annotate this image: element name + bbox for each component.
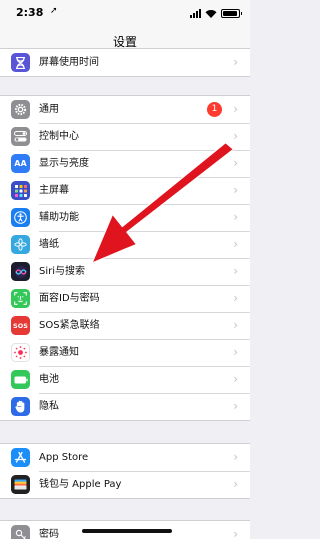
settings-group-main: 通用 1 › 控制中心 › AA 显示与亮度 › 主屏幕 › 辅助功能 › 墙纸… [0, 95, 250, 421]
toggles-icon [11, 127, 30, 146]
battery-icon [221, 9, 242, 18]
settings-row-label: 显示与亮度 [39, 158, 89, 169]
chevron-right-icon: › [233, 527, 238, 539]
app-store-icon [11, 448, 30, 467]
settings-row-siri-search[interactable]: Siri与搜索 › [0, 258, 250, 285]
hourglass-icon [11, 53, 30, 72]
key-icon [11, 525, 30, 539]
settings-row-app-store[interactable]: App Store › [0, 444, 250, 471]
settings-row-label: 钱包与 Apple Pay [39, 479, 122, 490]
chevron-right-icon: › [233, 450, 238, 464]
settings-row-label: 面容ID与密码 [39, 293, 100, 304]
settings-row-face-id[interactable]: 面容ID与密码 › [0, 285, 250, 312]
settings-group-screen-time: 屏幕使用时间 › [0, 48, 250, 77]
settings-row-label: SOS紧急联络 [39, 320, 100, 331]
settings-row-wallpaper[interactable]: 墙纸 › [0, 231, 250, 258]
wallet-icon [11, 475, 30, 494]
settings-row-label: Siri与搜索 [39, 266, 86, 277]
settings-row-emergency-sos[interactable]: SOS SOS紧急联络 › [0, 312, 250, 339]
gear-icon [11, 100, 30, 119]
chevron-right-icon: › [233, 55, 238, 69]
settings-row-exposure[interactable]: 暴露通知 › [0, 339, 250, 366]
wifi-icon [205, 10, 217, 18]
settings-row-label: 控制中心 [39, 131, 79, 142]
sos-icon: SOS [11, 316, 30, 335]
grid-icon [11, 181, 30, 200]
chevron-right-icon: › [233, 399, 238, 413]
chevron-right-icon: › [233, 156, 238, 170]
settings-row-label: 密码 [39, 529, 59, 539]
chevron-right-icon: › [233, 291, 238, 305]
chevron-right-icon: › [233, 477, 238, 491]
status-icons [190, 8, 242, 18]
signal-icon [190, 9, 201, 18]
accessibility-icon [11, 208, 30, 227]
status-time: 2:38 [16, 6, 44, 19]
notification-badge: 1 [207, 102, 222, 117]
settings-row-label: App Store [39, 452, 89, 463]
settings-row-screen-time[interactable]: 屏幕使用时间 › [0, 49, 250, 76]
hand-icon [11, 397, 30, 416]
status-bar: 2:38 ➚ [0, 0, 250, 27]
chevron-right-icon: › [233, 237, 238, 251]
settings-row-accessibility[interactable]: 辅助功能 › [0, 204, 250, 231]
settings-row-display-brightness[interactable]: AA 显示与亮度 › [0, 150, 250, 177]
settings-row-battery[interactable]: 电池 › [0, 366, 250, 393]
home-indicator [82, 529, 172, 533]
location-icon: ➚ [50, 6, 58, 16]
chevron-right-icon: › [233, 129, 238, 143]
chevron-right-icon: › [233, 183, 238, 197]
settings-row-general[interactable]: 通用 1 › [0, 96, 250, 123]
settings-row-label: 电池 [39, 374, 59, 385]
chevron-right-icon: › [233, 372, 238, 386]
chevron-right-icon: › [233, 102, 238, 116]
battery-level [223, 11, 237, 16]
settings-row-label: 屏幕使用时间 [39, 57, 99, 68]
text-size-icon: AA [11, 154, 30, 173]
chevron-right-icon: › [233, 345, 238, 359]
exposure-icon [11, 343, 30, 362]
settings-row-label: 墙纸 [39, 239, 59, 250]
settings-row-home-screen[interactable]: 主屏幕 › [0, 177, 250, 204]
settings-group-store: App Store › 钱包与 Apple Pay › [0, 443, 250, 499]
settings-row-label: 主屏幕 [39, 185, 69, 196]
settings-row-wallet[interactable]: 钱包与 Apple Pay › [0, 471, 250, 498]
settings-row-privacy[interactable]: 隐私 › [0, 393, 250, 420]
settings-row-label: 辅助功能 [39, 212, 79, 223]
chevron-right-icon: › [233, 210, 238, 224]
siri-icon [11, 262, 30, 281]
settings-row-label: 隐私 [39, 401, 59, 412]
chevron-right-icon: › [233, 264, 238, 278]
settings-row-label: 暴露通知 [39, 347, 79, 358]
settings-row-label: 通用 [39, 104, 59, 115]
chevron-right-icon: › [233, 318, 238, 332]
face-id-icon [11, 289, 30, 308]
settings-row-control-center[interactable]: 控制中心 › [0, 123, 250, 150]
flower-icon [11, 235, 30, 254]
battery-settings-icon [11, 370, 30, 389]
